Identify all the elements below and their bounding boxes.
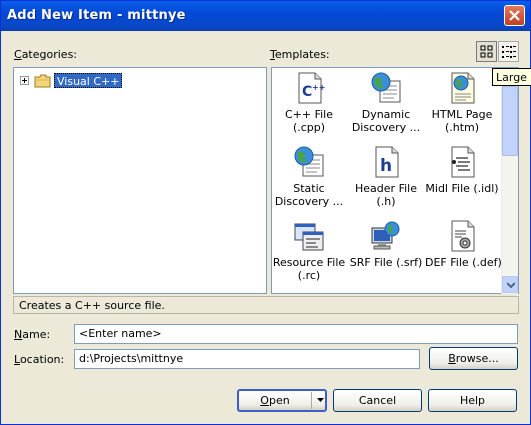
- template-static-discovery[interactable]: Static Discovery ...: [272, 146, 346, 208]
- add-new-item-dialog: Add New Item - mittnye Categories: Templ…: [0, 0, 531, 425]
- browse-button[interactable]: Browse...: [429, 347, 518, 370]
- template-def-file[interactable]: DEF File (.def): [425, 220, 502, 269]
- name-label: Name:: [14, 328, 51, 341]
- template-cpp-file[interactable]: C ++ C++ File (.cpp): [272, 72, 346, 134]
- tree-item-label: Visual C++: [54, 73, 123, 88]
- templates-label: Templates:: [270, 48, 330, 61]
- template-label: Header File (.h): [355, 182, 417, 208]
- template-label: Dynamic Discovery ...: [351, 108, 421, 134]
- folder-icon: [34, 74, 51, 88]
- template-srf-file[interactable]: SRF File (.srf): [349, 220, 423, 269]
- template-html-page[interactable]: HTML Page (.htm): [425, 72, 499, 134]
- name-input[interactable]: <Enter name>: [74, 324, 518, 344]
- cancel-button[interactable]: Cancel: [333, 389, 422, 412]
- template-label: C++ File (.cpp): [272, 108, 346, 134]
- scroll-thumb[interactable]: [502, 86, 518, 156]
- location-label: Location:: [14, 353, 65, 366]
- large-icons-icon: [480, 45, 493, 58]
- close-icon: [509, 10, 520, 21]
- dynamic-discovery-icon: [371, 72, 401, 103]
- templates-list[interactable]: C ++ C++ File (.cpp) Dynamic Discovery ...: [271, 67, 519, 294]
- scroll-down-button[interactable]: [502, 276, 518, 293]
- header-file-icon: h: [375, 146, 399, 178]
- midl-file-icon: [451, 146, 475, 178]
- template-description: Creates a C++ source file.: [13, 296, 519, 314]
- template-label: DEF File (.def): [425, 256, 502, 269]
- chevron-down-icon: [507, 282, 515, 288]
- title-bar[interactable]: Add New Item - mittnye: [1, 1, 530, 31]
- template-label: HTML Page (.htm): [431, 108, 493, 134]
- resource-file-icon: [294, 223, 324, 251]
- template-label: Midl File (.idl): [425, 182, 499, 195]
- template-midl-file[interactable]: Midl File (.idl): [425, 146, 499, 195]
- window-title: Add New Item - mittnye: [7, 8, 186, 23]
- svg-text:h: h: [380, 156, 392, 176]
- def-file-icon: [451, 220, 475, 252]
- close-button[interactable]: [504, 5, 525, 26]
- view-tooltip: Large Icons: [492, 68, 531, 86]
- categories-tree[interactable]: Visual C++: [13, 67, 267, 294]
- open-button[interactable]: Open: [237, 389, 327, 412]
- dropdown-arrow-icon[interactable]: [317, 398, 324, 402]
- template-label: SRF File (.srf): [349, 256, 423, 269]
- small-icons-view-button[interactable]: [498, 41, 519, 62]
- templates-scrollbar[interactable]: [501, 68, 518, 294]
- srf-file-icon: [371, 221, 400, 250]
- categories-label: Categories:: [14, 48, 78, 61]
- expand-icon[interactable]: [20, 76, 29, 85]
- template-label: Resource File (.rc): [272, 256, 346, 282]
- large-icons-view-button[interactable]: [476, 41, 497, 62]
- location-input[interactable]: d:\Projects\mittnye: [74, 349, 420, 369]
- template-label: Static Discovery ...: [274, 182, 344, 208]
- small-icons-icon: [502, 46, 516, 58]
- help-button[interactable]: Help: [428, 389, 517, 412]
- svg-text:C: C: [302, 84, 312, 100]
- template-dynamic-discovery[interactable]: Dynamic Discovery ...: [349, 72, 423, 134]
- template-resource-file[interactable]: Resource File (.rc): [272, 220, 346, 282]
- cpp-file-icon: C ++: [298, 72, 325, 104]
- static-discovery-icon: [294, 146, 324, 177]
- template-header-file[interactable]: h Header File (.h): [349, 146, 423, 208]
- svg-text:++: ++: [312, 83, 325, 92]
- html-page-icon: [451, 72, 475, 104]
